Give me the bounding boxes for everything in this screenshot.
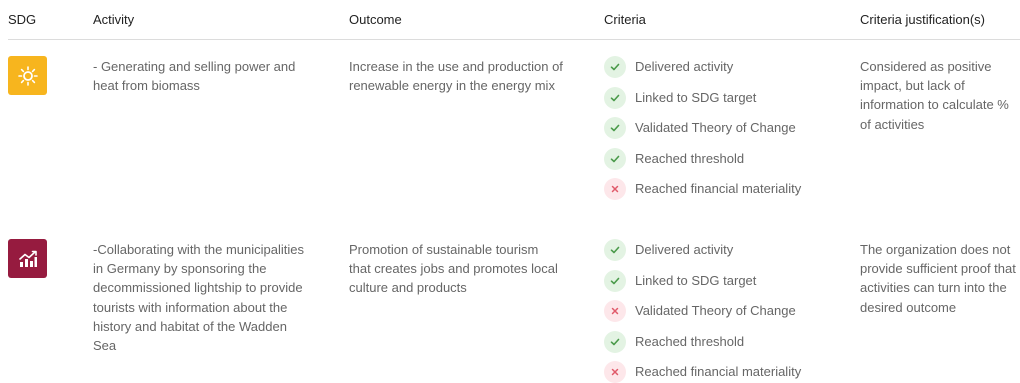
justification-line: The organization does not (860, 242, 1011, 257)
cross-icon (604, 178, 626, 200)
check-icon (604, 239, 626, 261)
header-divider (8, 39, 1020, 40)
justification-cell: The organization does not provide suffic… (860, 240, 1020, 317)
activity-cell: -Collaborating with the municipalities i… (93, 240, 304, 355)
header-justification: Criteria justification(s) (860, 12, 985, 27)
cross-icon (604, 361, 626, 383)
criteria-item: Reached financial materiality (604, 361, 864, 383)
check-icon (604, 270, 626, 292)
activity-line: Sea (93, 338, 117, 354)
outcome-line: Promotion of sustainable tourism (349, 242, 539, 257)
criteria-item: Reached threshold (604, 148, 864, 170)
justification-line: of activities (860, 116, 925, 132)
activity-cell: - Generating and selling power and heat … (93, 57, 295, 95)
cross-icon (604, 300, 626, 322)
criteria-item: Validated Theory of Change (604, 117, 864, 139)
criteria-item: Delivered activity (604, 239, 864, 261)
justification-line: Considered as positive (860, 59, 992, 74)
criteria-item: Reached financial materiality (604, 178, 864, 200)
justification-line: information to calculate % (860, 97, 1009, 113)
outcome-line: Increase in the use and production of (349, 59, 563, 74)
outcome-cell: Promotion of sustainable tourism that cr… (349, 240, 558, 298)
outcome-cell: Increase in the use and production of re… (349, 57, 563, 95)
check-icon (604, 56, 626, 78)
check-icon (604, 117, 626, 139)
header-outcome: Outcome (349, 12, 402, 27)
outcome-line: that creates jobs and promotes local (349, 261, 558, 277)
header-criteria: Criteria (604, 12, 646, 27)
check-icon (604, 87, 626, 109)
criteria-label: Reached financial materiality (635, 181, 802, 196)
criteria-label: Validated Theory of Change (635, 120, 796, 135)
justification-line: activities can turn into the (860, 280, 1007, 296)
criteria-label: Validated Theory of Change (635, 303, 796, 318)
growth-chart-icon[interactable] (8, 239, 47, 278)
activity-line: -Collaborating with the municipalities (93, 242, 304, 257)
activity-line: tourists with information about the (93, 299, 288, 315)
criteria-item: Linked to SDG target (604, 87, 864, 109)
header-sdg: SDG (8, 12, 37, 27)
justification-line: provide sufficient proof that (860, 261, 1016, 277)
outcome-line: renewable energy in the energy mix (349, 78, 555, 94)
criteria-item: Linked to SDG target (604, 270, 864, 292)
check-icon (604, 331, 626, 353)
justification-line: desired outcome (860, 299, 957, 315)
activity-line: heat from biomass (93, 78, 200, 94)
criteria-label: Linked to SDG target (635, 273, 757, 288)
justification-cell: Considered as positive impact, but lack … (860, 57, 1020, 134)
justification-line: impact, but lack of (860, 78, 965, 94)
criteria-label: Linked to SDG target (635, 90, 757, 105)
criteria-label: Reached threshold (635, 151, 745, 166)
check-icon (604, 148, 626, 170)
sdg-criteria-table: SDG Activity Outcome Criteria Criteria j… (0, 0, 1020, 383)
criteria-item: Reached threshold (604, 331, 864, 353)
activity-line: in Germany by sponsoring the (93, 261, 267, 277)
activity-line: decommissioned lightship to provide (93, 280, 303, 296)
criteria-item: Validated Theory of Change (604, 300, 864, 322)
sun-energy-icon[interactable] (8, 56, 47, 95)
criteria-label: Reached threshold (635, 334, 745, 349)
criteria-item: Delivered activity (604, 56, 864, 78)
criteria-label: Delivered activity (635, 59, 734, 74)
table-header: SDG Activity Outcome Criteria Criteria j… (0, 0, 1020, 40)
activity-line: history and habitat of the Wadden (93, 318, 287, 334)
criteria-label: Delivered activity (635, 242, 734, 257)
criteria-label: Reached financial materiality (635, 364, 802, 379)
activity-line: - Generating and selling power and (93, 59, 296, 74)
header-activity: Activity (93, 12, 135, 27)
outcome-line: culture and products (349, 280, 467, 296)
